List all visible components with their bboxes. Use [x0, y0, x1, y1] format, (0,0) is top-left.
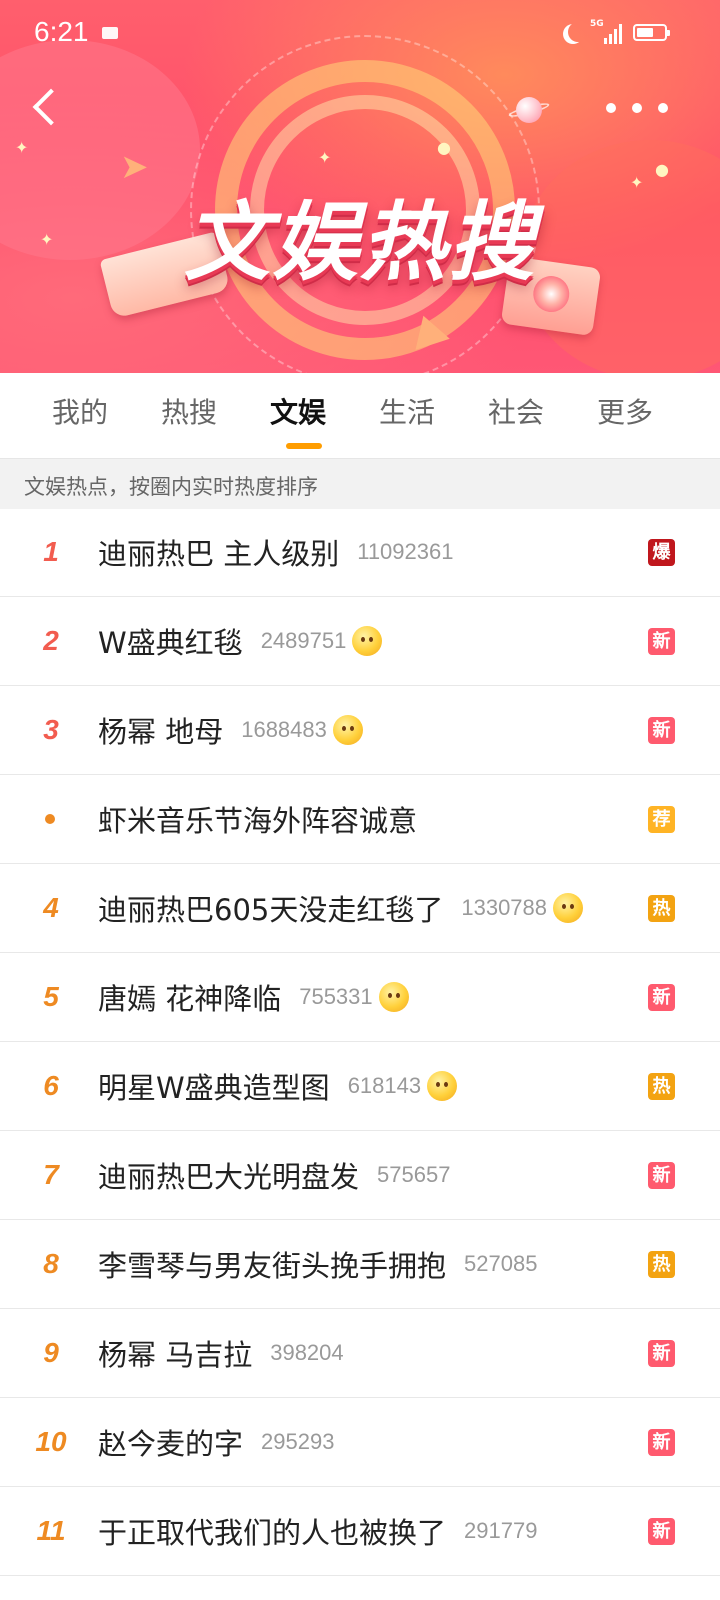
- list-item[interactable]: 8 李雪琴与男友街头挽手拥抱 527085 热: [0, 1220, 720, 1309]
- rank-number: 11: [36, 1515, 66, 1546]
- love-emoji-icon: [427, 1071, 458, 1101]
- page: ✦ ✦ ✦ ● ✦ ● ➤ 文娱热搜 6:21 5G 我的 热搜 文娱 生活 社…: [0, 0, 720, 1600]
- badge-new: 新: [648, 628, 675, 655]
- heat-count: 1330788: [461, 895, 548, 920]
- sparkle-icon: ✦: [15, 138, 29, 157]
- item-title: 迪丽热巴 主人级别: [98, 537, 340, 571]
- heat-count: 398204: [270, 1340, 344, 1365]
- crying-emoji-icon: [332, 715, 363, 745]
- subtitle-bar: 文娱热点，按圈内实时热度排序: [0, 458, 720, 509]
- category-tabs: 我的 热搜 文娱 生活 社会 更多: [0, 373, 720, 455]
- item-title: 于正取代我们的人也被换了: [98, 1516, 447, 1550]
- badge-hot: 热: [648, 895, 675, 922]
- list-description: 文娱热点，按圈内实时热度排序: [24, 475, 318, 499]
- badge-explode: 爆: [648, 539, 675, 566]
- heat-count: 11092361: [357, 539, 454, 564]
- network-label: 5G: [590, 19, 604, 29]
- list-item[interactable]: 1 迪丽热巴 主人级别 11092361 爆: [0, 508, 720, 597]
- status-time: 6:21: [34, 16, 89, 47]
- sparkle-icon: ✦: [318, 148, 332, 167]
- heat-count: 2489751: [260, 628, 347, 653]
- item-title: 迪丽热巴605天没走红毯了: [98, 893, 444, 927]
- item-title: 唐嫣 花神降临: [98, 982, 282, 1016]
- badge-new: 新: [648, 1340, 675, 1367]
- item-title: W盛典红毯: [98, 626, 243, 660]
- badge-hot: 热: [648, 1251, 675, 1278]
- heat-count: 295293: [261, 1429, 335, 1454]
- rank-number: 5: [43, 981, 59, 1012]
- list-item[interactable]: 9 杨幂 马吉拉 398204 新: [0, 1309, 720, 1398]
- badge-new: 新: [648, 984, 675, 1011]
- notification-icon: [102, 27, 118, 39]
- promoted-dot-icon: [45, 814, 55, 824]
- list-item[interactable]: 10 赵今麦的字 295293 新: [0, 1398, 720, 1487]
- item-title: 杨幂 马吉拉: [98, 1338, 253, 1372]
- item-title: 李雪琴与男友街头挽手拥抱: [98, 1249, 447, 1283]
- hot-search-list: 1 迪丽热巴 主人级别 11092361 爆 2 W盛典红毯 2489751 新 3…: [0, 508, 720, 1576]
- badge-new: 新: [648, 1162, 675, 1189]
- item-title: 迪丽热巴大光明盘发: [98, 1160, 360, 1194]
- tab-hot-search[interactable]: 热搜: [134, 391, 244, 431]
- badge-hot: 热: [648, 1073, 675, 1100]
- moon-icon: [568, 22, 588, 42]
- status-bar: 6:21 5G: [0, 0, 720, 68]
- badge-new: 新: [648, 717, 675, 744]
- list-item[interactable]: 6 明星W盛典造型图 618143 热: [0, 1042, 720, 1131]
- rank-number: 1: [43, 536, 59, 567]
- heat-count: 527085: [464, 1251, 538, 1276]
- tab-more[interactable]: 更多: [570, 391, 680, 431]
- tab-entertainment[interactable]: 文娱: [243, 391, 353, 431]
- rank-number: 3: [43, 714, 59, 745]
- item-title: 杨幂 地母: [98, 715, 224, 749]
- tab-life[interactable]: 生活: [352, 391, 462, 431]
- item-title: 明星W盛典造型图: [98, 1071, 330, 1105]
- more-icon[interactable]: [600, 96, 676, 120]
- rank-number: 10: [35, 1426, 67, 1457]
- heat-count: 755331: [299, 984, 373, 1009]
- rank-number: 8: [43, 1248, 59, 1279]
- active-tab-indicator: [286, 443, 322, 449]
- love-emoji-icon: [378, 982, 409, 1012]
- page-title: 文娱热搜: [184, 193, 536, 293]
- list-item[interactable]: 2 W盛典红毯 2489751 新: [0, 597, 720, 686]
- signal-icon: [604, 22, 626, 44]
- heat-count: 575657: [377, 1162, 451, 1187]
- sparkle-icon: ●: [437, 138, 451, 157]
- list-item[interactable]: 3 杨幂 地母 1688483 新: [0, 686, 720, 775]
- item-title: 赵今麦的字: [98, 1427, 244, 1461]
- tab-society[interactable]: 社会: [461, 391, 571, 431]
- back-icon[interactable]: [24, 88, 64, 128]
- badge-recommend: 荐: [648, 806, 675, 833]
- rank-number: 7: [43, 1159, 59, 1190]
- badge-new: 新: [648, 1518, 675, 1545]
- list-item[interactable]: 7 迪丽热巴大光明盘发 575657 新: [0, 1131, 720, 1220]
- tab-mine[interactable]: 我的: [25, 391, 135, 431]
- list-item[interactable]: 4 迪丽热巴605天没走红毯了 1330788 热: [0, 864, 720, 953]
- badge-new: 新: [648, 1429, 675, 1456]
- rank-number: 9: [43, 1337, 59, 1368]
- header-banner: ✦ ✦ ✦ ● ✦ ● ➤ 文娱热搜 6:21 5G: [0, 0, 720, 373]
- party-emoji-icon: [352, 626, 383, 656]
- list-item[interactable]: 11 于正取代我们的人也被换了 291779 新: [0, 1487, 720, 1576]
- heat-count: 618143: [347, 1073, 422, 1098]
- rank-number: 4: [43, 892, 59, 923]
- list-item[interactable]: 虾米音乐节海外阵容诚意 荐: [0, 775, 720, 864]
- planet-icon: [516, 97, 542, 123]
- battery-icon: [633, 24, 670, 41]
- list-item[interactable]: 5 唐嫣 花神降临 755331 新: [0, 953, 720, 1042]
- rank-number: 6: [43, 1070, 59, 1101]
- rank-number: 2: [43, 625, 59, 656]
- hungry-emoji-icon: [553, 893, 584, 923]
- item-title: 虾米音乐节海外阵容诚意: [98, 804, 418, 838]
- heat-count: 291779: [464, 1518, 538, 1543]
- heat-count: 1688483: [241, 717, 327, 742]
